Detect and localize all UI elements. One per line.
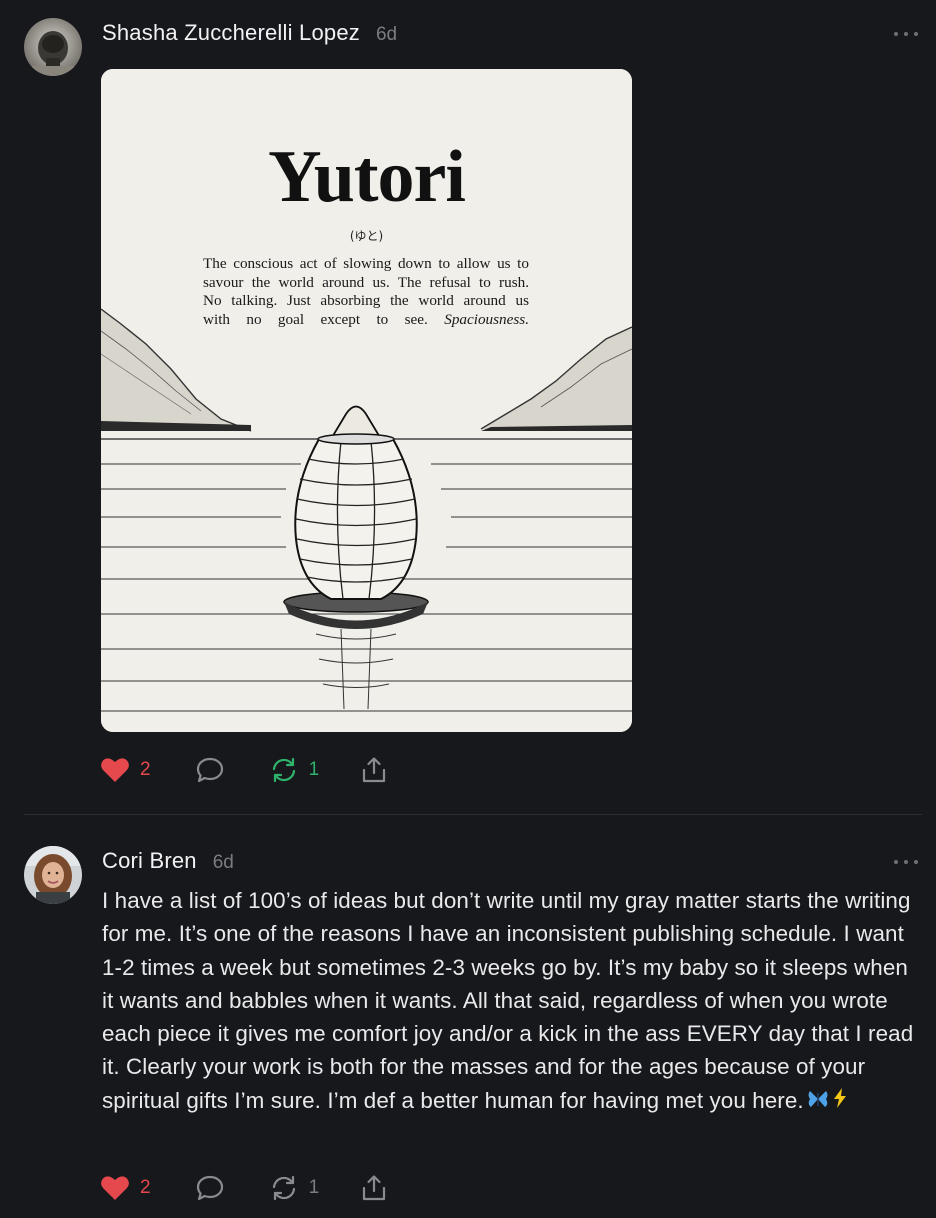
post-timestamp[interactable]: 6d [376,24,397,46]
lightning-emoji [831,1085,849,1118]
restack-count: 1 [308,759,320,780]
definition-line: No talking. Just absorbing the world aro… [203,292,529,309]
author-row: Cori Bren 6d [102,848,234,874]
restack-arrows-icon [272,1175,295,1201]
speech-bubble-icon [196,757,223,783]
author-avatar[interactable] [24,846,82,904]
comment-body-text: I have a list of 100’s of ideas but don’… [102,888,914,1113]
restack-arrows-icon [272,757,295,783]
definition-emphasis: Spaciousness. [444,310,530,328]
speech-bubble-icon [196,1175,223,1201]
post-timestamp[interactable]: 6d [213,852,234,874]
restack-button[interactable]: 1 [269,756,320,784]
comment-actions: 2 1 [100,1172,389,1204]
comment-button[interactable] [195,756,225,784]
share-button[interactable] [359,1173,389,1203]
restack-count: 1 [308,1177,320,1198]
image-title: Yutori [268,136,466,218]
share-upload-icon [363,1175,386,1201]
restack-button[interactable]: 1 [269,1174,320,1202]
image-definition: The conscious act of slowing down to all… [203,255,529,329]
definition-line: savour the world around us. The refusal … [203,273,529,291]
author-name[interactable]: Cori Bren [102,848,197,874]
image-kana: (ゆと) [349,229,384,243]
share-upload-icon [363,757,386,783]
post-image[interactable]: Yutori (ゆと) The conscious act of slowing… [101,69,632,732]
author-row: Shasha Zuccherelli Lopez 6d [102,20,397,46]
like-button[interactable]: 2 [100,756,151,784]
ellipsis-icon [894,32,898,36]
more-options-button[interactable] [894,28,918,40]
more-options-button[interactable] [894,856,918,868]
like-count: 2 [140,759,151,780]
definition-line-last: with no goal except to see. Spaciousness… [203,311,529,330]
heart-icon [101,1176,129,1200]
author-name[interactable]: Shasha Zuccherelli Lopez [102,20,360,46]
avatar-image [24,846,82,904]
heart-icon [101,758,129,782]
comment-card: Cori Bren 6d I have a list of 100’s of i… [0,815,936,1218]
ellipsis-icon [894,860,898,864]
definition-line: The conscious act of slowing down to all… [203,255,529,272]
comment-text: I have a list of 100’s of ideas but don’… [102,884,914,1119]
definition-line: with no goal except to see. [203,310,428,328]
post-actions: 2 1 [100,754,389,786]
like-button[interactable]: 2 [100,1174,151,1202]
like-count: 2 [140,1177,151,1198]
avatar-image [24,18,82,76]
butterfly-emoji [807,1085,829,1118]
author-avatar[interactable] [24,18,82,76]
post-card: Shasha Zuccherelli Lopez 6d Yutori (ゆと) … [0,0,936,814]
share-button[interactable] [359,755,389,785]
comment-button[interactable] [195,1174,225,1202]
